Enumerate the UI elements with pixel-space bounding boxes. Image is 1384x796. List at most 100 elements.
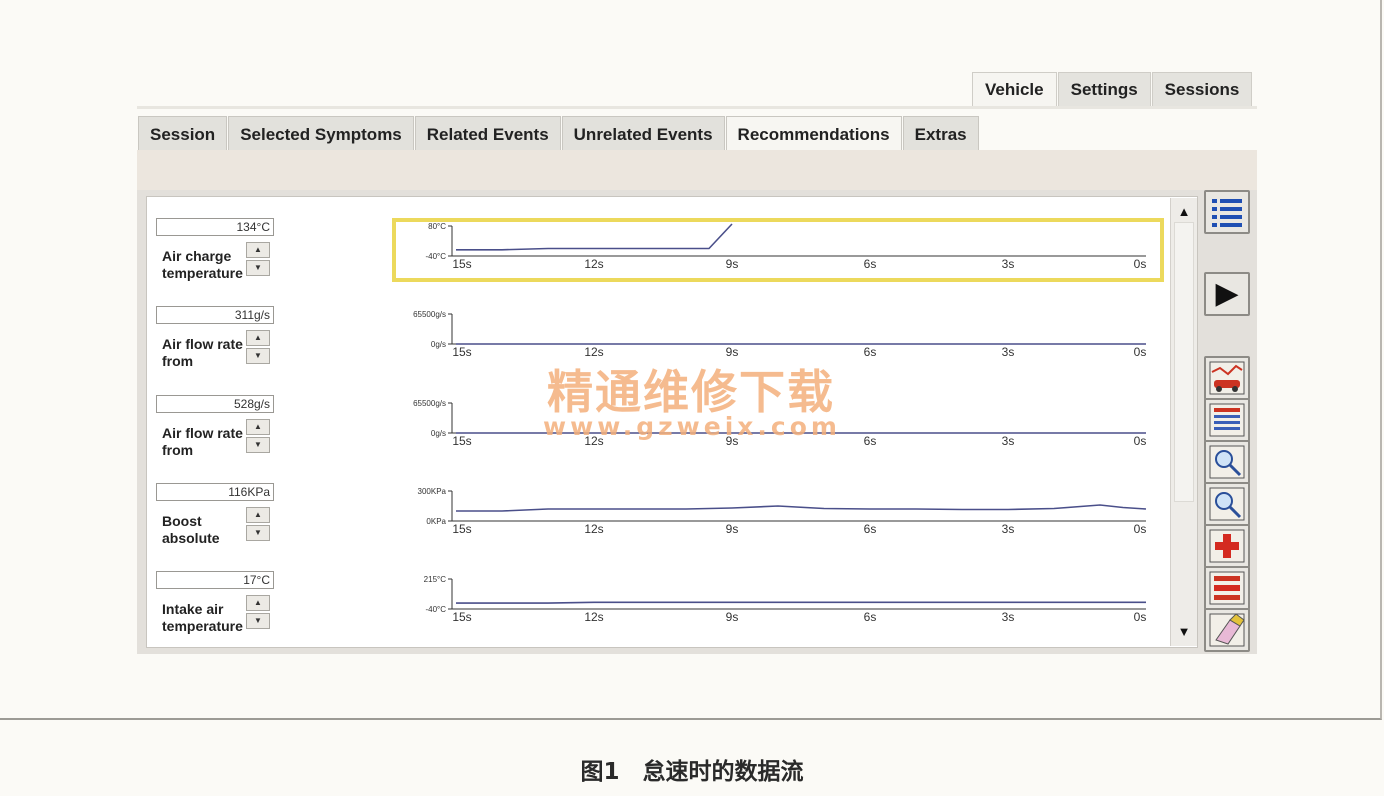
y-min-label: 0g/s xyxy=(431,429,446,438)
spinner-down-button[interactable]: ▼ xyxy=(246,613,270,629)
remove-graph-button[interactable] xyxy=(1204,566,1250,610)
x-tick-label: 3s xyxy=(1002,522,1015,536)
x-tick-label: 0s xyxy=(1134,434,1147,448)
zoom-out-button[interactable] xyxy=(1204,482,1250,526)
x-tick-label: 0s xyxy=(1134,522,1147,536)
sensor-row-air-flow-1: 311g/s Air flow rate from ▲ ▼ xyxy=(154,306,374,376)
sub-tab-bar: Session Selected Symptoms Related Events… xyxy=(138,116,980,154)
top-tab-bar: Vehicle Settings Sessions xyxy=(972,72,1253,108)
sensor-value: 134°C xyxy=(156,218,274,236)
spinner-up-button[interactable]: ▲ xyxy=(246,595,270,611)
x-tick-label: 0s xyxy=(1134,257,1147,271)
data-line xyxy=(456,601,1146,604)
y-max-label: 215°C xyxy=(424,575,447,584)
x-tick-label: 3s xyxy=(1002,434,1015,448)
zoom-out-icon xyxy=(1209,487,1245,521)
sensor-value: 17°C xyxy=(156,571,274,589)
x-tick-label: 3s xyxy=(1002,345,1015,359)
x-tick-label: 9s xyxy=(726,257,739,271)
x-tick-label: 12s xyxy=(584,610,603,624)
x-tick-label: 6s xyxy=(864,257,877,271)
erase-button[interactable] xyxy=(1204,608,1250,652)
x-tick-label: 15s xyxy=(452,610,471,624)
sensor-name: Boost absolute xyxy=(162,513,220,546)
x-tick-label: 15s xyxy=(452,434,471,448)
strip-chart-svg: 80°C -40°C 15s 12s 9s 6s 3s 0s xyxy=(425,222,1147,271)
sensor-value: 116KPa xyxy=(156,483,274,501)
car-graph-button[interactable] xyxy=(1204,356,1250,400)
list-view-button[interactable] xyxy=(1204,190,1250,234)
y-max-label: 80°C xyxy=(428,222,446,231)
data-line xyxy=(456,223,733,251)
sensor-row-air-flow-2: 528g/s Air flow rate from ▲ ▼ xyxy=(154,395,374,465)
tab-session[interactable]: Session xyxy=(138,116,228,154)
y-min-label: 0g/s xyxy=(431,340,446,349)
zoom-in-icon xyxy=(1209,445,1245,479)
erase-icon xyxy=(1209,613,1245,647)
chart-air-charge-temp[interactable]: 80°C -40°C 15s 12s 9s 6s 3s 0s xyxy=(392,218,1164,282)
sensor-name: Intake air temperature xyxy=(162,601,243,634)
y-max-label: 65500g/s xyxy=(413,310,446,319)
chart-intake-air-temp[interactable]: 215°C -40°C 15s 12s 9s 6s 3s 0s xyxy=(392,571,1164,635)
list-icon xyxy=(1212,199,1242,227)
watermark-url: www.gzweix.com xyxy=(543,412,841,441)
vertical-scrollbar[interactable]: ▲ ▼ xyxy=(1170,198,1197,646)
x-tick-label: 15s xyxy=(452,522,471,536)
sensor-spinner: ▲ ▼ xyxy=(246,330,272,366)
data-table-button[interactable] xyxy=(1204,398,1250,442)
sensor-row-air-charge-temp: 134°C Air charge temperature ▲ ▼ xyxy=(154,218,374,288)
x-tick-label: 12s xyxy=(584,522,603,536)
sensor-value: 311g/s xyxy=(156,306,274,324)
sensor-spinner: ▲ ▼ xyxy=(246,419,272,455)
tab-recommendations[interactable]: Recommendations xyxy=(725,116,902,154)
x-tick-label: 3s xyxy=(1002,610,1015,624)
sensor-spinner: ▲ ▼ xyxy=(246,595,272,631)
add-graph-button[interactable] xyxy=(1204,524,1250,568)
x-tick-label: 9s xyxy=(726,522,739,536)
tab-vehicle[interactable]: Vehicle xyxy=(972,72,1057,108)
tab-divider xyxy=(137,106,1257,109)
sensor-name: Air flow rate from xyxy=(162,425,243,458)
x-tick-label: 15s xyxy=(452,345,471,359)
chart-boost-absolute[interactable]: 300KPa 0KPa 15s 12s 9s 6s 3s 0s xyxy=(392,483,1164,547)
y-max-label: 65500g/s xyxy=(413,399,446,408)
spinner-up-button[interactable]: ▲ xyxy=(246,242,270,258)
remove-graph-icon xyxy=(1209,571,1245,605)
x-tick-label: 0s xyxy=(1134,345,1147,359)
tab-extras[interactable]: Extras xyxy=(902,116,979,154)
scroll-down-button[interactable]: ▼ xyxy=(1174,622,1194,642)
y-max-label: 300KPa xyxy=(418,487,447,496)
zoom-in-button[interactable] xyxy=(1204,440,1250,484)
tab-related-events[interactable]: Related Events xyxy=(414,116,561,154)
spinner-down-button[interactable]: ▼ xyxy=(246,348,270,364)
data-table-icon xyxy=(1209,403,1245,437)
spinner-up-button[interactable]: ▲ xyxy=(246,507,270,523)
spinner-down-button[interactable]: ▼ xyxy=(246,525,270,541)
x-tick-label: 12s xyxy=(584,257,603,271)
strip-chart-svg: 215°C -40°C 15s 12s 9s 6s 3s 0s xyxy=(424,575,1147,624)
sensor-row-intake-air-temp: 17°C Intake air temperature ▲ ▼ xyxy=(154,571,374,641)
sensor-row-boost-absolute: 116KPa Boost absolute ▲ ▼ xyxy=(154,483,374,553)
spinner-up-button[interactable]: ▲ xyxy=(246,330,270,346)
x-tick-label: 3s xyxy=(1002,257,1015,271)
x-tick-label: 15s xyxy=(452,257,471,271)
x-tick-label: 6s xyxy=(864,610,877,624)
x-tick-label: 9s xyxy=(726,610,739,624)
tab-sessions[interactable]: Sessions xyxy=(1151,72,1253,108)
y-min-label: -40°C xyxy=(425,605,446,614)
spinner-down-button[interactable]: ▼ xyxy=(246,260,270,276)
data-line xyxy=(456,504,1147,512)
sensor-spinner: ▲ ▼ xyxy=(246,507,272,543)
tab-selected-symptoms[interactable]: Selected Symptoms xyxy=(228,116,414,154)
play-button[interactable]: ▶ xyxy=(1204,272,1250,316)
add-graph-icon xyxy=(1209,529,1245,563)
scroll-thumb[interactable] xyxy=(1174,222,1194,502)
figure-caption: 图1 怠速时的数据流 xyxy=(580,759,804,785)
scroll-up-button[interactable]: ▲ xyxy=(1174,202,1194,222)
sensor-name: Air charge temperature xyxy=(162,248,243,281)
tab-unrelated-events[interactable]: Unrelated Events xyxy=(561,116,725,154)
tab-settings[interactable]: Settings xyxy=(1057,72,1151,108)
spinner-up-button[interactable]: ▲ xyxy=(246,419,270,435)
spinner-down-button[interactable]: ▼ xyxy=(246,437,270,453)
sensor-spinner: ▲ ▼ xyxy=(246,242,272,278)
